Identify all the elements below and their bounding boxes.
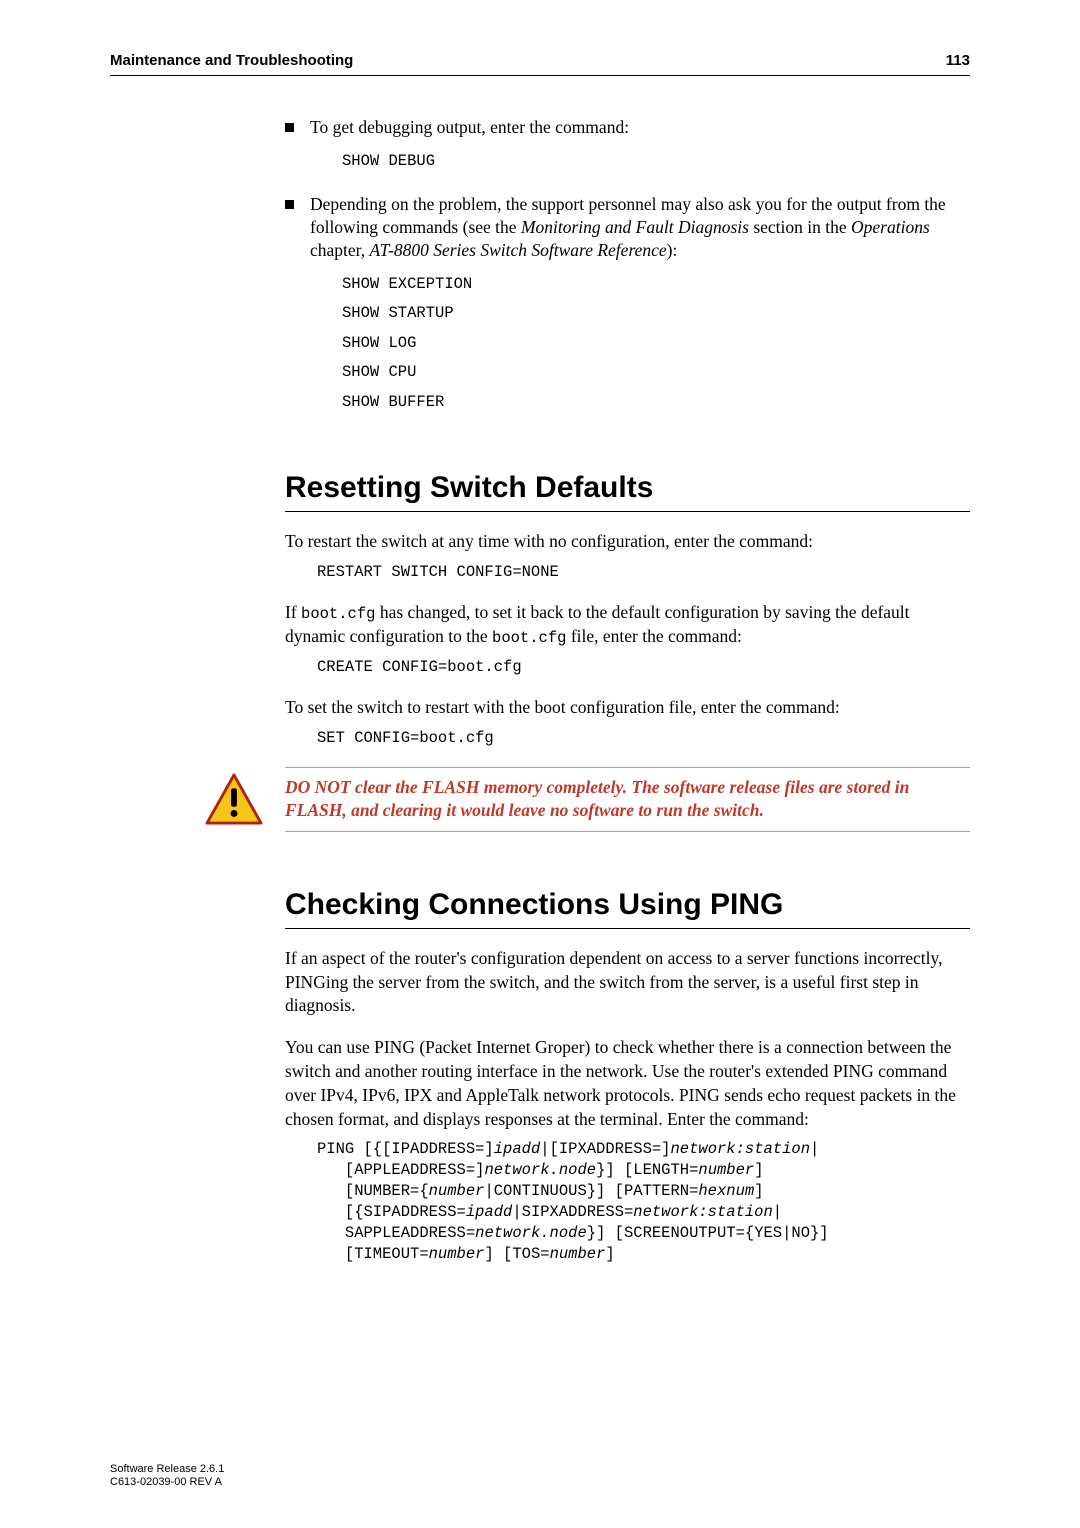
inline-code: boot.cfg	[301, 605, 375, 623]
code-block: SHOW DEBUG	[342, 147, 970, 176]
bullet-text-part: section in the	[749, 217, 851, 237]
header-page-number: 113	[946, 52, 970, 69]
code-block: SET CONFIG=boot.cfg	[317, 728, 970, 749]
body-paragraph: If an aspect of the router's configurati…	[285, 947, 970, 1018]
code-italic: number	[550, 1245, 606, 1263]
code-part: |[IPXADDRESS=]	[540, 1140, 670, 1158]
code-part: ] [TOS=	[484, 1245, 549, 1263]
code-italic: network.node	[484, 1161, 596, 1179]
code-part: ]	[605, 1245, 614, 1263]
footer-docid: C613-02039-00 REV A	[110, 1476, 224, 1490]
footer-release: Software Release 2.6.1	[110, 1463, 224, 1477]
bullet-item: To get debugging output, enter the comma…	[285, 116, 970, 187]
code-part: PING [{[IPADDRESS=]	[317, 1140, 494, 1158]
italic-text: AT-8800 Series Switch Software Reference	[370, 240, 667, 260]
code-part: }] [LENGTH=	[596, 1161, 698, 1179]
code-italic: network.node	[475, 1224, 587, 1242]
code-block-ping: PING [{[IPADDRESS=]ipadd|[IPXADDRESS=]ne…	[317, 1139, 970, 1265]
bullet-item: Depending on the problem, the support pe…	[285, 193, 970, 427]
code-italic: hexnum	[698, 1182, 754, 1200]
code-block: SHOW EXCEPTION SHOW STARTUP SHOW LOG SHO…	[342, 270, 970, 417]
bullet-text: To get debugging output, enter the comma…	[310, 117, 629, 137]
warning-text-container: DO NOT clear the FLASH memory completely…	[285, 767, 970, 832]
bullet-text-part: ):	[667, 240, 678, 260]
text-part: file, enter the command:	[566, 626, 741, 646]
page-footer: Software Release 2.6.1 C613-02039-00 REV…	[110, 1463, 224, 1491]
code-italic: ipadd	[494, 1140, 541, 1158]
code-part: [TIMEOUT=	[317, 1245, 429, 1263]
text-part: If	[285, 602, 301, 622]
warning-text: DO NOT clear the FLASH memory completely…	[285, 776, 970, 823]
code-part: ]	[754, 1182, 763, 1200]
warning-block: DO NOT clear the FLASH memory completely…	[205, 767, 970, 832]
code-block: RESTART SWITCH CONFIG=NONE	[317, 562, 970, 583]
code-part: [APPLEADDRESS=]	[317, 1161, 484, 1179]
code-italic: number	[698, 1161, 754, 1179]
section-heading-resetting: Resetting Switch Defaults	[285, 471, 970, 512]
italic-text: Monitoring and Fault Diagnosis	[521, 217, 749, 237]
page-content: To get debugging output, enter the comma…	[285, 116, 970, 1265]
code-part: [{SIPADDRESS=	[317, 1203, 466, 1221]
code-part: }] [SCREENOUTPUT={YES|NO}]	[587, 1224, 829, 1242]
header-title: Maintenance and Troubleshooting	[110, 52, 353, 69]
code-italic: number	[429, 1245, 485, 1263]
bullet-square-icon	[285, 123, 294, 132]
body-paragraph: You can use PING (Packet Internet Groper…	[285, 1036, 970, 1131]
body-paragraph: To set the switch to restart with the bo…	[285, 696, 970, 720]
bullet-text-part: chapter,	[310, 240, 370, 260]
code-part: |SIPXADDRESS=	[512, 1203, 633, 1221]
italic-text: Operations	[851, 217, 930, 237]
code-italic: ipadd	[466, 1203, 513, 1221]
code-part: |CONTINUOUS}] [PATTERN=	[484, 1182, 698, 1200]
code-italic: network:station	[633, 1203, 773, 1221]
code-part: |	[810, 1140, 819, 1158]
code-italic: network:station	[670, 1140, 810, 1158]
code-part: SAPPLEADDRESS=	[317, 1224, 475, 1242]
code-italic: number	[429, 1182, 485, 1200]
bullet-square-icon	[285, 200, 294, 209]
code-part: |	[773, 1203, 782, 1221]
body-paragraph: To restart the switch at any time with n…	[285, 530, 970, 554]
code-part: ]	[754, 1161, 763, 1179]
warning-triangle-icon	[205, 773, 263, 825]
section-heading-ping: Checking Connections Using PING	[285, 888, 970, 929]
code-block: CREATE CONFIG=boot.cfg	[317, 657, 970, 678]
body-paragraph: If boot.cfg has changed, to set it back …	[285, 601, 970, 649]
inline-code: boot.cfg	[492, 629, 566, 647]
code-part: [NUMBER={	[317, 1182, 429, 1200]
page-header: Maintenance and Troubleshooting 113	[110, 52, 970, 76]
